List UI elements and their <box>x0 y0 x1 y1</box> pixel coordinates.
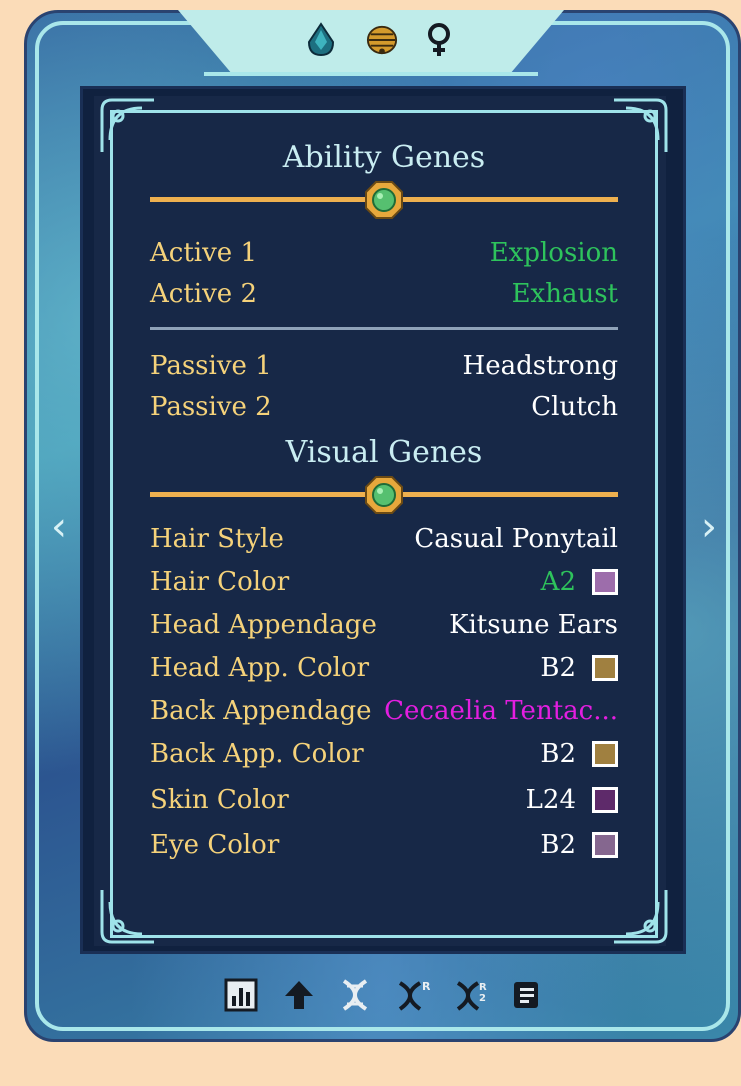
head-app-color-label: Head App. Color <box>150 653 370 683</box>
passive-1-label: Passive 1 <box>150 351 272 381</box>
passive-1-value: Headstrong <box>462 351 618 381</box>
back-appendage-row: Back Appendage Cecaelia Tentac... <box>150 693 618 729</box>
back-app-color-value: B2 <box>540 739 576 769</box>
hair-color-label: Hair Color <box>150 567 290 597</box>
hair-style-value: Casual Ponytail <box>414 524 618 554</box>
hair-style-row: Hair Style Casual Ponytail <box>150 521 618 557</box>
corner-ornament-bottom-right <box>614 890 668 944</box>
bottom-tab-bar: R R 2 <box>210 966 550 1022</box>
head-app-color-swatch <box>592 655 618 681</box>
passive-1-row: Passive 1 Headstrong <box>150 348 618 384</box>
head-app-color-row: Head App. Color B2 <box>150 650 618 686</box>
back-app-color-row: Back App. Color B2 <box>150 736 618 772</box>
stats-chart-icon[interactable] <box>224 978 258 1012</box>
water-drop-icon[interactable] <box>305 22 337 58</box>
passive-2-label: Passive 2 <box>150 392 272 422</box>
hair-color-swatch <box>592 569 618 595</box>
svg-text:2: 2 <box>479 993 486 1004</box>
dna-recessive-2-icon[interactable]: R 2 <box>454 978 488 1012</box>
passive-2-value: Clutch <box>531 392 618 422</box>
next-arrow[interactable]: › <box>694 505 724 549</box>
back-appendage-value: Cecaelia Tentac... <box>384 696 618 726</box>
svg-text:R: R <box>479 982 487 993</box>
eye-color-value: B2 <box>540 830 576 860</box>
active-1-value: Explosion <box>489 238 618 268</box>
svg-text:R: R <box>422 980 430 993</box>
green-gem-icon <box>365 181 403 219</box>
prev-arrow[interactable]: ‹ <box>44 505 74 549</box>
corner-ornament-bottom-left <box>100 890 154 944</box>
active-1-label: Active 1 <box>150 238 257 268</box>
hair-style-label: Hair Style <box>150 524 284 554</box>
level-up-arrow-icon[interactable] <box>282 978 316 1012</box>
back-app-color-swatch <box>592 741 618 767</box>
active-2-row: Active 2 Exhaust <box>150 276 618 312</box>
active-1-row: Active 1 Explosion <box>150 235 618 271</box>
head-app-color-value: B2 <box>540 653 576 683</box>
eye-color-label: Eye Color <box>150 830 280 860</box>
ability-divider <box>150 327 618 330</box>
scroll-icon[interactable] <box>510 978 544 1012</box>
ability-genes-title: Ability Genes <box>282 140 486 175</box>
hive-icon[interactable] <box>366 22 398 58</box>
passive-2-row: Passive 2 Clutch <box>150 389 618 425</box>
head-appendage-value: Kitsune Ears <box>449 610 618 640</box>
header-tab-line <box>204 72 538 76</box>
head-appendage-row: Head Appendage Kitsune Ears <box>150 607 618 643</box>
eye-color-swatch <box>592 832 618 858</box>
back-app-color-label: Back App. Color <box>150 739 364 769</box>
dna-icon[interactable] <box>338 978 372 1012</box>
active-2-label: Active 2 <box>150 279 257 309</box>
skin-color-row: Skin Color L24 <box>150 782 618 818</box>
visual-genes-title: Visual Genes <box>285 435 483 470</box>
active-2-value: Exhaust <box>511 279 618 309</box>
hair-color-row: Hair Color A2 <box>150 564 618 600</box>
green-gem-icon <box>365 476 403 514</box>
head-appendage-label: Head Appendage <box>150 610 377 640</box>
corner-ornament-top-right <box>614 98 668 152</box>
female-symbol-icon[interactable] <box>423 22 455 58</box>
eye-color-row: Eye Color B2 <box>150 827 618 863</box>
dna-recessive-1-icon[interactable]: R <box>396 978 430 1012</box>
back-appendage-label: Back Appendage <box>150 696 372 726</box>
skin-color-value: L24 <box>525 785 576 815</box>
corner-ornament-top-left <box>100 98 154 152</box>
skin-color-label: Skin Color <box>150 785 289 815</box>
hair-color-value: A2 <box>540 567 576 597</box>
skin-color-swatch <box>592 787 618 813</box>
